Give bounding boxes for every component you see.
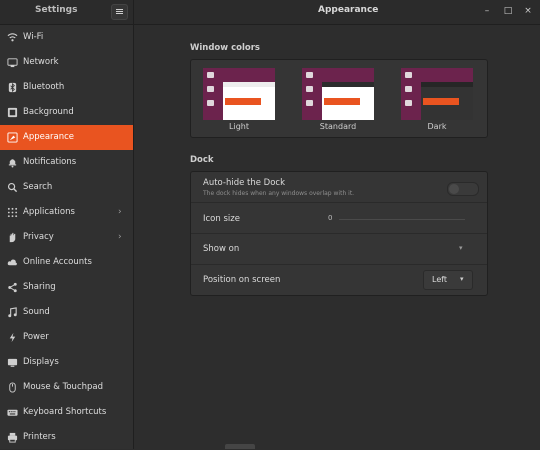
- autohide-title: Auto-hide the Dock: [203, 178, 286, 188]
- search-icon: [7, 182, 18, 193]
- menu-icon: [116, 9, 123, 10]
- network-icon: [7, 58, 18, 68]
- sidebar-item-displays[interactable]: Displays: [0, 350, 133, 375]
- sidebar-item-label: Power: [23, 332, 49, 342]
- sidebar-item-label: Applications: [23, 207, 75, 217]
- sidebar-item-network[interactable]: Network: [0, 50, 133, 75]
- sidebar-item-applications[interactable]: Applications ›: [0, 200, 133, 225]
- position-value: Left: [432, 275, 448, 284]
- sidebar-item-label: Sharing: [23, 282, 56, 292]
- close-button[interactable]: ×: [521, 4, 535, 18]
- position-row: Position on screen Left ▾: [191, 265, 487, 295]
- theme-dark-option[interactable]: Dark: [401, 68, 473, 138]
- show-on-row: Show on ▾: [191, 234, 487, 264]
- minimize-button[interactable]: –: [480, 4, 494, 18]
- music-icon: [8, 307, 17, 318]
- bottom-partial-element: [225, 444, 255, 449]
- hand-icon: [9, 232, 16, 243]
- icon-size-label: Icon size: [203, 214, 240, 224]
- sidebar-header: Settings: [0, 0, 134, 24]
- bell-icon: [8, 159, 17, 168]
- position-label: Position on screen: [203, 275, 281, 285]
- chevron-right-icon: ›: [118, 207, 122, 217]
- sidebar-item-label: Privacy: [23, 232, 54, 242]
- theme-dark-label: Dark: [427, 122, 447, 131]
- sidebar-item-online-accounts[interactable]: Online Accounts: [0, 250, 133, 275]
- sidebar-item-label: Keyboard Shortcuts: [23, 407, 107, 417]
- sidebar-item-label: Online Accounts: [23, 257, 92, 267]
- menu-icon-line: [116, 13, 123, 14]
- sidebar-item-label: Mouse & Touchpad: [23, 382, 104, 392]
- theme-standard-option[interactable]: Standard: [302, 68, 374, 138]
- sidebar-item-sound[interactable]: Sound: [0, 300, 133, 325]
- sidebar-item-label: Network: [23, 57, 59, 67]
- maximize-button[interactable]: □: [501, 4, 515, 18]
- sidebar-item-wifi[interactable]: Wi-Fi: [0, 25, 133, 50]
- cloud-icon: [7, 259, 17, 266]
- background-icon: [7, 107, 18, 118]
- sidebar-item-background[interactable]: Background: [0, 100, 133, 125]
- icon-size-slider[interactable]: [339, 219, 465, 220]
- bluetooth-icon: [8, 82, 17, 93]
- show-on-label: Show on: [203, 244, 240, 254]
- appearance-icon: [7, 132, 18, 143]
- sidebar-item-label: Wi-Fi: [23, 32, 44, 42]
- dock-heading: Dock: [190, 155, 214, 165]
- icon-size-row: Icon size 0: [191, 203, 487, 233]
- sidebar-item-bluetooth[interactable]: Bluetooth: [0, 75, 133, 100]
- dock-panel: Auto-hide the Dock The dock hides when a…: [190, 171, 488, 296]
- window-colors-heading: Window colors: [190, 43, 260, 53]
- icon-size-value: 0: [328, 214, 333, 222]
- sidebar-item-label: Background: [23, 107, 74, 117]
- sidebar-item-search[interactable]: Search: [0, 175, 133, 200]
- sidebar: Wi-Fi Network Bluetooth Background Appea…: [0, 25, 134, 449]
- sidebar-item-sharing[interactable]: Sharing: [0, 275, 133, 300]
- menu-icon-line: [116, 11, 123, 12]
- power-icon: [9, 332, 16, 343]
- display-icon: [7, 358, 18, 367]
- grid-icon: [7, 207, 18, 218]
- sidebar-item-keyboard[interactable]: Keyboard Shortcuts: [0, 400, 133, 425]
- menu-button[interactable]: [111, 4, 128, 20]
- chevron-down-icon: ▾: [460, 275, 464, 283]
- theme-light-thumbnail: [203, 68, 275, 120]
- chevron-down-icon: ▾: [459, 244, 463, 252]
- share-icon: [8, 282, 17, 293]
- header-bar: Settings Appearance – □ ×: [0, 0, 540, 25]
- keyboard-icon: [7, 409, 18, 416]
- autohide-toggle[interactable]: [447, 182, 479, 196]
- theme-dark-thumbnail: [401, 68, 473, 120]
- sidebar-item-label: Appearance: [23, 132, 75, 142]
- page-title: Appearance: [318, 5, 379, 15]
- show-on-dropdown[interactable]: ▾: [454, 241, 472, 257]
- sidebar-item-notifications[interactable]: Notifications: [0, 150, 133, 175]
- sidebar-item-label: Printers: [23, 432, 56, 442]
- mouse-icon: [9, 382, 16, 393]
- sidebar-item-printers[interactable]: Printers: [0, 425, 133, 450]
- sidebar-item-label: Sound: [23, 307, 50, 317]
- theme-light-option[interactable]: Light: [203, 68, 275, 138]
- sidebar-item-privacy[interactable]: Privacy ›: [0, 225, 133, 250]
- theme-light-label: Light: [229, 122, 249, 131]
- autohide-row: Auto-hide the Dock The dock hides when a…: [191, 172, 487, 202]
- sidebar-item-appearance[interactable]: Appearance: [0, 125, 133, 150]
- toggle-knob: [449, 184, 459, 194]
- theme-standard-thumbnail: [302, 68, 374, 120]
- sidebar-item-label: Search: [23, 182, 53, 192]
- sidebar-item-power[interactable]: Power: [0, 325, 133, 350]
- autohide-subtitle: The dock hides when any windows overlap …: [203, 190, 355, 197]
- position-dropdown[interactable]: Left ▾: [423, 270, 473, 290]
- sidebar-item-label: Notifications: [23, 157, 77, 167]
- sidebar-title: Settings: [35, 5, 78, 15]
- sidebar-item-label: Displays: [23, 357, 59, 367]
- theme-standard-label: Standard: [319, 122, 357, 131]
- sidebar-item-label: Bluetooth: [23, 82, 65, 92]
- printer-icon: [7, 432, 18, 443]
- sidebar-item-mouse[interactable]: Mouse & Touchpad: [0, 375, 133, 400]
- window-colors-panel: Light Standard Dark: [190, 59, 488, 138]
- chevron-right-icon: ›: [118, 232, 122, 242]
- wifi-icon: [7, 33, 18, 42]
